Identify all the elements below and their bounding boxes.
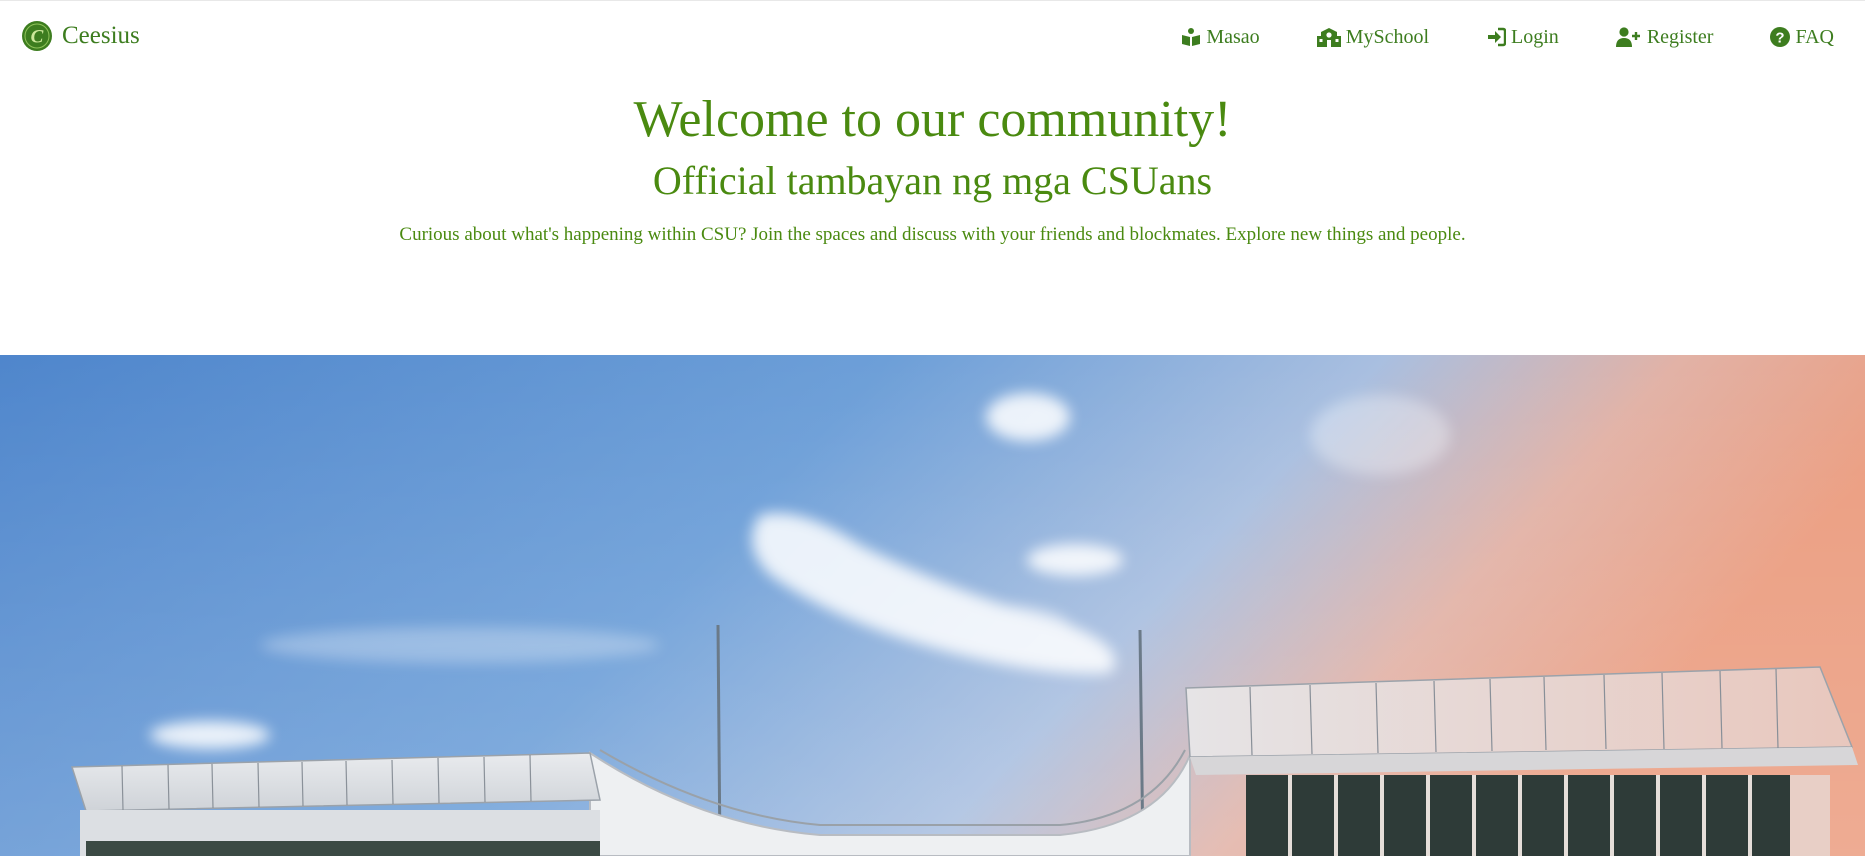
book-reader-icon	[1182, 28, 1201, 46]
nav-masao-label: Masao	[1206, 26, 1260, 48]
brand-link[interactable]: C Ceesius	[22, 21, 140, 51]
nav-links: Masao MySchool Login Register ? FAQ	[1181, 25, 1834, 49]
hero-description: Curious about what's happening within CS…	[399, 224, 1466, 245]
nav-masao[interactable]: Masao	[1181, 25, 1260, 49]
nav-register-label: Register	[1646, 26, 1714, 48]
nav-faq[interactable]: ? FAQ	[1770, 25, 1834, 49]
user-plus-icon	[1615, 27, 1640, 47]
nav-myschool[interactable]: MySchool	[1316, 25, 1430, 49]
school-icon	[1316, 28, 1341, 47]
logo-letter: C	[31, 27, 44, 48]
brand-name: Ceesius	[62, 22, 140, 49]
campus-building-illustration	[0, 355, 1865, 856]
sign-in-icon	[1488, 27, 1507, 47]
hero-title: Welcome to our community!	[633, 91, 1232, 148]
nav-myschool-label: MySchool	[1345, 26, 1430, 48]
top-navbar: C Ceesius Masao MySchool Login Register …	[0, 1, 1865, 73]
svg-text:?: ?	[1776, 30, 1785, 47]
nav-login-label: Login	[1511, 26, 1559, 48]
question-circle-icon: ?	[1770, 27, 1791, 47]
nav-faq-label: FAQ	[1795, 26, 1834, 48]
hero-section: Welcome to our community! Official tamba…	[0, 89, 1865, 247]
ceesius-logo-icon: C	[22, 21, 52, 51]
nav-register[interactable]: Register	[1615, 25, 1714, 49]
right-building	[1185, 666, 1858, 856]
nav-login[interactable]: Login	[1486, 25, 1559, 49]
hero-subtitle: Official tambayan ng mga CSUans	[652, 158, 1213, 203]
campus-banner-image	[0, 355, 1865, 856]
